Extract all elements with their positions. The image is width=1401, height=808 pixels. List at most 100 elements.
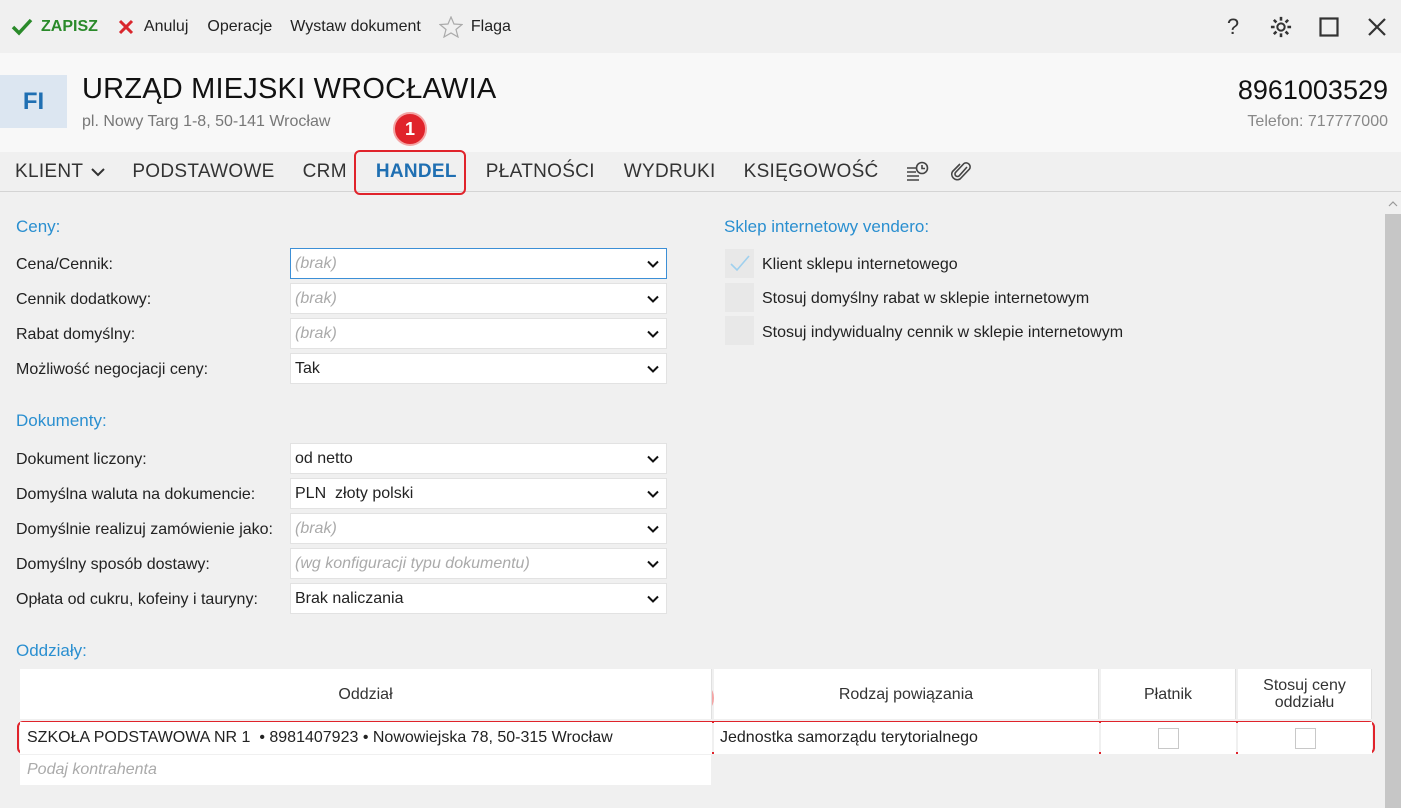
chevron-down-icon — [640, 260, 666, 268]
delivery-method-value: (wg konfiguracji typu dokumentu) — [295, 554, 530, 572]
default-currency-label: Domyślna waluta na dokumencie: — [16, 486, 256, 503]
close-window-button[interactable] — [1353, 0, 1401, 53]
additional-price-list-value: (brak) — [295, 289, 337, 307]
tab-crm[interactable]: CRM — [303, 152, 347, 192]
branches-section-title: Oddziały: — [16, 641, 87, 660]
sugar-fee-select[interactable]: Brak naliczania — [290, 583, 667, 614]
shop-client-checkbox[interactable] — [725, 249, 754, 278]
shop-client-label: Klient sklepu internetowego — [762, 256, 958, 273]
settings-button[interactable] — [1257, 0, 1305, 53]
payer-checkbox[interactable] — [1158, 727, 1179, 749]
price-negotiation-select[interactable]: Tak — [290, 353, 667, 384]
flag-button[interactable]: Flaga — [438, 0, 511, 53]
document-calculated-value: od netto — [295, 449, 353, 467]
column-header-branch-label: Oddział — [338, 685, 393, 703]
price-list-value: (brak) — [295, 254, 337, 272]
maximize-button[interactable] — [1305, 0, 1353, 53]
callout-tab-highlight — [354, 150, 466, 195]
window-controls: ? — [1209, 0, 1401, 53]
shop-section-title: Sklep internetowy vendero: — [724, 217, 930, 236]
tab-accounting[interactable]: KSIĘGOWOŚĆ — [744, 152, 879, 192]
add-contractor-input[interactable]: Podaj kontrahenta — [20, 755, 711, 785]
callout-badge-1: 1 — [393, 112, 427, 146]
chevron-down-icon — [640, 595, 666, 603]
tab-accounting-label: KSIĘGOWOŚĆ — [743, 160, 879, 182]
page-title: URZĄD MIEJSKI WROCŁAWIA — [82, 73, 497, 105]
chevron-down-icon — [640, 490, 666, 498]
price-negotiation-value: Tak — [295, 359, 320, 377]
document-calculated-select[interactable]: od netto — [290, 443, 667, 474]
default-currency-value: PLN złoty polski — [295, 484, 414, 502]
chevron-down-icon — [640, 560, 666, 568]
issue-document-button[interactable]: Wystaw dokument — [290, 0, 421, 53]
tab-basic[interactable]: PODSTAWOWE — [132, 152, 274, 192]
chevron-down-icon — [640, 365, 666, 373]
flag-label: Flaga — [470, 17, 511, 35]
tab-basic-label: PODSTAWOWE — [132, 160, 275, 182]
prices-section-title: Ceny: — [16, 217, 61, 236]
chevron-up-icon — [1388, 201, 1398, 207]
table-row-relation-cell[interactable]: Jednostka samorządu terytorialnego — [714, 722, 1099, 754]
default-discount-value: (brak) — [295, 324, 337, 342]
save-button[interactable]: ZAPISZ — [11, 0, 98, 53]
shop-default-discount-checkbox[interactable] — [725, 283, 754, 312]
column-header-relation-label: Rodzaj powiązania — [838, 685, 974, 703]
chevron-down-icon — [640, 330, 666, 338]
table-row-payer-cell — [1101, 722, 1236, 754]
order-fulfill-select[interactable]: (brak) — [290, 513, 667, 544]
column-header-branch[interactable]: Oddział — [20, 669, 712, 719]
close-window-icon — [1368, 17, 1386, 36]
delivery-method-label: Domyślny sposób dostawy: — [16, 556, 210, 573]
issue-document-label: Wystaw dokument — [290, 17, 421, 35]
order-fulfill-value: (brak) — [295, 519, 337, 537]
chevron-down-icon — [640, 525, 666, 533]
tab-payments[interactable]: PŁATNOŚCI — [486, 152, 595, 192]
table-row-use-prices-cell — [1238, 722, 1372, 754]
scrollbar-thumb[interactable] — [1385, 214, 1401, 808]
column-header-use-prices-label: Stosuj ceny oddziału — [1263, 677, 1346, 711]
help-button[interactable]: ? — [1209, 0, 1257, 53]
tab-printouts-label: WYDRUKI — [623, 160, 716, 182]
price-list-select[interactable]: (brak) — [290, 248, 667, 279]
column-header-payer[interactable]: Płatnik — [1101, 669, 1236, 719]
tab-attachments[interactable] — [950, 152, 973, 192]
tab-printouts[interactable]: WYDRUKI — [624, 152, 716, 192]
paperclip-icon — [950, 161, 971, 180]
avatar: FI — [0, 75, 67, 128]
chevron-down-icon — [91, 167, 106, 176]
tab-crm-label: CRM — [302, 160, 347, 182]
scroll-up-button[interactable] — [1385, 196, 1401, 212]
save-label: ZAPISZ — [41, 17, 98, 35]
additional-price-list-select[interactable]: (brak) — [290, 283, 667, 314]
column-header-use-prices[interactable]: Stosuj ceny oddziału — [1238, 669, 1372, 719]
column-header-relation[interactable]: Rodzaj powiązania — [714, 669, 1099, 719]
delivery-method-select[interactable]: (wg konfiguracji typu dokumentu) — [290, 548, 667, 579]
document-calculated-label: Dokument liczony: — [16, 451, 147, 468]
price-negotiation-label: Możliwość negocjacji ceny: — [16, 361, 209, 378]
history-icon — [906, 161, 928, 181]
default-currency-select[interactable]: PLN złoty polski — [290, 478, 667, 509]
toolbar: ZAPISZ Anuluj Operacje Wystaw dokument F… — [0, 0, 1401, 53]
order-fulfill-label: Domyślnie realizuj zamówienie jako: — [16, 521, 273, 538]
chevron-down-icon — [640, 455, 666, 463]
operations-label: Operacje — [207, 17, 273, 35]
maximize-icon — [1319, 16, 1339, 37]
default-discount-select[interactable]: (brak) — [290, 318, 667, 349]
operations-button[interactable]: Operacje — [207, 0, 272, 53]
cancel-button[interactable]: Anuluj — [118, 0, 188, 53]
use-prices-checkbox[interactable] — [1294, 727, 1316, 749]
checkmark-icon — [11, 18, 33, 36]
shop-individual-price-checkbox[interactable] — [725, 316, 754, 345]
tab-client[interactable]: KLIENT — [15, 152, 106, 192]
sugar-fee-value: Brak naliczania — [295, 589, 404, 607]
documents-section-title: Dokumenty: — [16, 411, 107, 430]
tab-client-label: KLIENT — [15, 160, 84, 182]
cancel-label: Anuluj — [143, 17, 189, 35]
tab-bar: KLIENT PODSTAWOWE CRM HANDEL PŁATNOŚCI W… — [0, 152, 1401, 192]
additional-price-list-label: Cennik dodatkowy: — [16, 291, 152, 308]
column-header-payer-label: Płatnik — [1143, 685, 1193, 703]
tab-history[interactable] — [905, 152, 929, 192]
tab-payments-label: PŁATNOŚCI — [485, 160, 595, 182]
table-row-branch-cell[interactable]: SZKOŁA PODSTAWOWA NR 1 • 8981407923 • No… — [20, 722, 712, 754]
relation-type: Jednostka samorządu terytorialnego — [720, 729, 978, 746]
